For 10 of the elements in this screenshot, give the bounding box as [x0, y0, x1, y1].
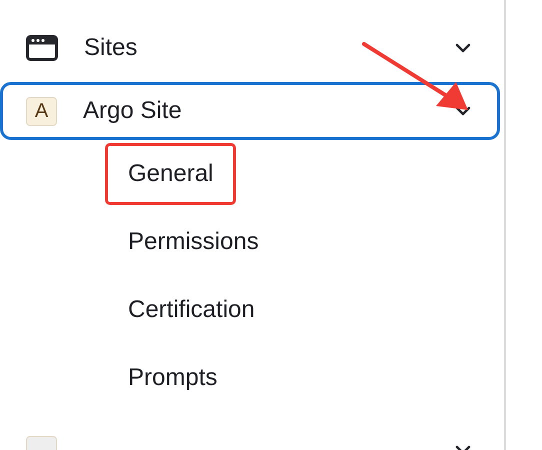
window-icon — [26, 35, 58, 61]
site-letter-badge: A — [26, 96, 57, 126]
submenu-link[interactable]: General — [105, 143, 236, 205]
submenu-link[interactable]: Prompts — [105, 347, 240, 409]
chevron-down-icon[interactable] — [455, 106, 471, 116]
nav-item[interactable]: A Argo Site — [0, 82, 500, 140]
chevron-down-icon[interactable] — [455, 43, 471, 53]
nav-item[interactable]: Sites — [0, 24, 500, 72]
submenu-link[interactable]: Permissions — [105, 211, 282, 273]
submenu-link[interactable]: Certification — [105, 279, 278, 341]
